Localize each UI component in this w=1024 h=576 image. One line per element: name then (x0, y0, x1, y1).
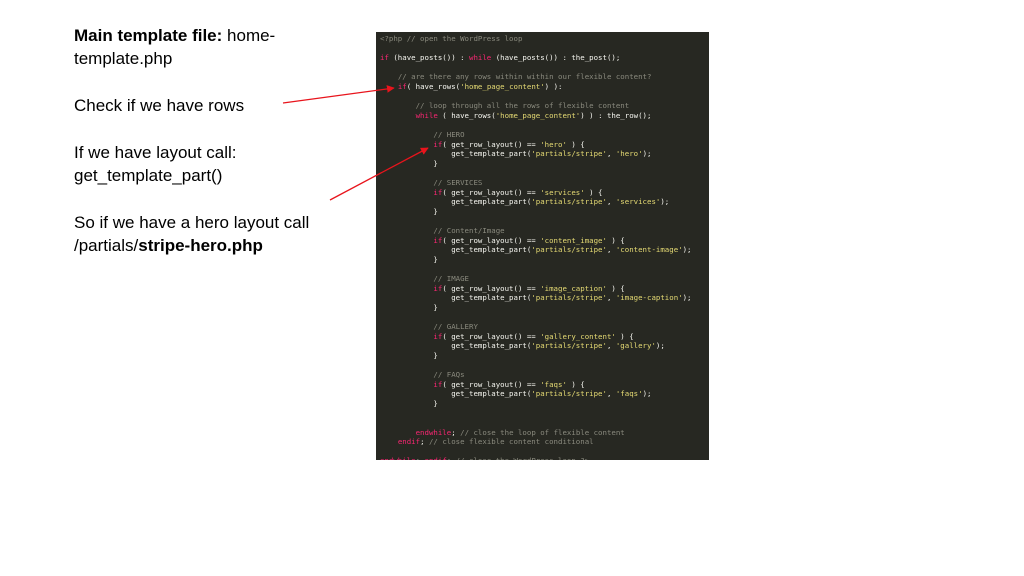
arrow-layout-call (329, 147, 429, 201)
annotation-arrows (282, 85, 429, 201)
arrow-check-rows (282, 85, 395, 104)
